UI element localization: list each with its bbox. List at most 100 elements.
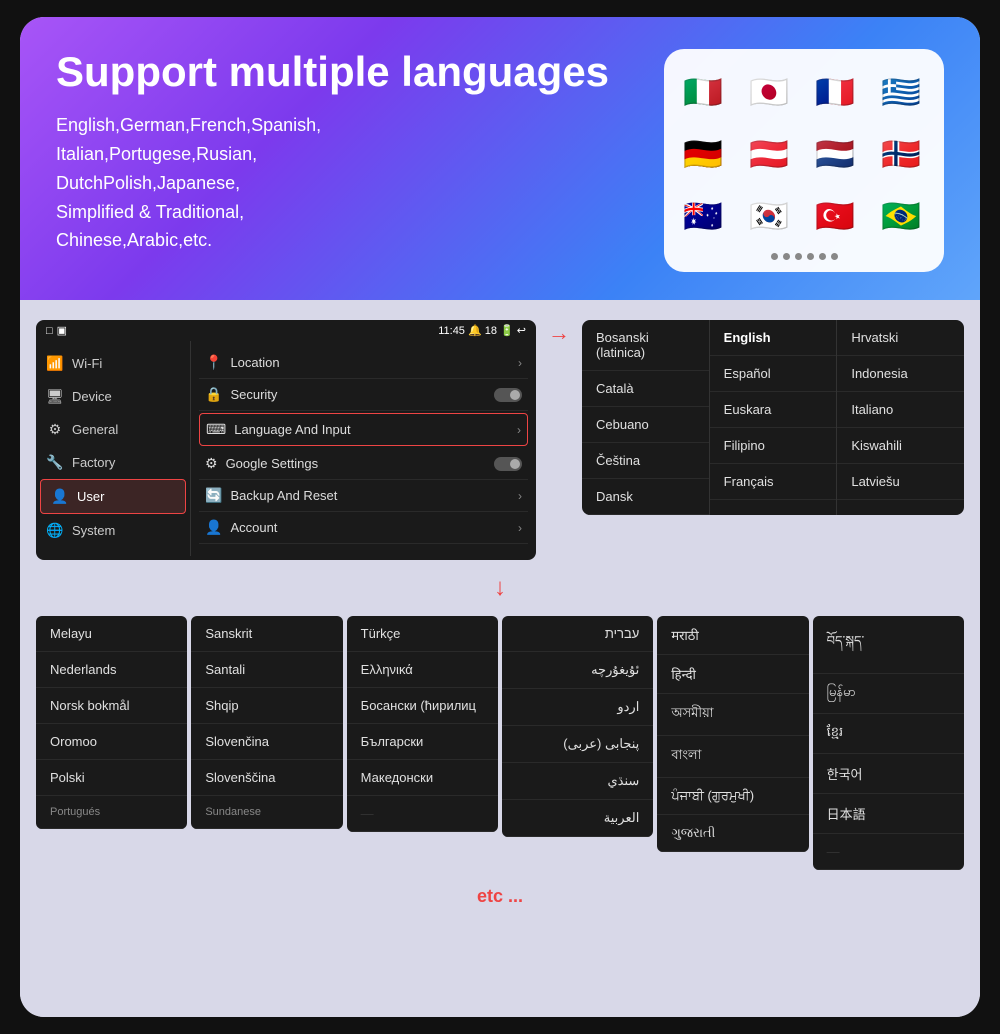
language-chevron: › [517, 423, 521, 437]
general-icon: ⚙ [46, 421, 64, 438]
flag-greece: 🇬🇷 [874, 65, 928, 119]
sidebar-label-device: Device [72, 389, 112, 404]
sidebar-item-factory[interactable]: 🔧 Factory [36, 446, 190, 479]
lang-myanmar[interactable]: မြန်မာ [813, 674, 964, 714]
settings-google-left: ⚙ Google Settings [205, 455, 318, 472]
lang-portugues[interactable]: Portugués [36, 796, 187, 829]
lang-bosanski[interactable]: Bosanski (latinica) [582, 320, 709, 371]
dots-row [676, 253, 932, 260]
lang-gujarati[interactable]: ગુજરાતી [657, 815, 808, 852]
lang-bengali[interactable]: বাংলা [657, 736, 808, 778]
settings-language-input[interactable]: ⌨ Language And Input › [199, 413, 528, 446]
lang-dansk[interactable]: Dansk [582, 479, 709, 515]
lang-col-3: Hrvatski Indonesia Italiano Kiswahili La… [837, 320, 964, 515]
sidebar-item-wifi[interactable]: 📶 Wi-Fi [36, 347, 190, 380]
lang-filipino[interactable]: Filipino [710, 428, 837, 464]
sidebar-item-device[interactable]: 🖥 Device [36, 380, 190, 413]
security-toggle[interactable] [494, 388, 522, 402]
lang-nederlands[interactable]: Nederlands [36, 652, 187, 688]
settings-google[interactable]: ⚙ Google Settings [199, 448, 528, 480]
lang-euskara[interactable]: Euskara [710, 392, 837, 428]
lang-slovencina[interactable]: Slovenčina [191, 724, 342, 760]
backup-icon: 🔄 [205, 487, 222, 504]
lang-khmer[interactable]: ខ្មែរ [813, 714, 964, 754]
lang-english[interactable]: English [710, 320, 837, 356]
flag-korea: 🇰🇷 [742, 189, 796, 243]
lang-hebrew[interactable]: עברית [502, 616, 653, 652]
settings-location-label: Location [230, 355, 279, 370]
lang-norsk[interactable]: Norsk bokmål [36, 688, 187, 724]
language-icon: ⌨ [206, 421, 226, 438]
lang-hindi[interactable]: हिन्दी [657, 655, 808, 694]
lang-hrvatski[interactable]: Hrvatski [837, 320, 964, 356]
lang-punjabi-gurmukhi[interactable]: ਪੰਜਾਬੀ (ਗੁਰਮੁਖੀ) [657, 778, 808, 815]
sidebar-item-system[interactable]: 🌐 System [36, 514, 190, 547]
device-icon: 🖥 [46, 388, 64, 405]
bottom-lang-col-1: Melayu Nederlands Norsk bokmål Oromoo Po… [36, 616, 187, 829]
lang-oromoo[interactable]: Oromoo [36, 724, 187, 760]
lang-cestina[interactable]: Čeština [582, 443, 709, 479]
factory-icon: 🔧 [46, 454, 64, 471]
flag-italy: 🇮🇹 [676, 65, 730, 119]
flag-germany: 🇩🇪 [676, 127, 730, 181]
lang-makedonski[interactable]: Македонски [347, 760, 498, 796]
google-toggle[interactable] [494, 457, 522, 471]
lang-assamese[interactable]: অসমীয়া [657, 694, 808, 736]
lang-espanol[interactable]: Español [710, 356, 837, 392]
lang-turkce[interactable]: Türkçe [347, 616, 498, 652]
lang-tibetan[interactable]: བོད་སྐད་ [813, 616, 964, 674]
lang-santali[interactable]: Santali [191, 652, 342, 688]
flag-turkey: 🇹🇷 [808, 189, 862, 243]
settings-security[interactable]: 🔒 Security [199, 379, 528, 411]
sidebar-label-system: System [72, 523, 115, 538]
lang-francais[interactable]: Français [710, 464, 837, 500]
settings-account[interactable]: 👤 Account › [199, 512, 528, 544]
top-title: Support multiple languages [56, 49, 640, 95]
lang-indonesia[interactable]: Indonesia [837, 356, 964, 392]
lang-kiswahili[interactable]: Kiswahili [837, 428, 964, 464]
lang-korean[interactable]: 한국어 [813, 754, 964, 794]
settings-account-left: 👤 Account [205, 519, 277, 536]
settings-backup[interactable]: 🔄 Backup And Reset › [199, 480, 528, 512]
down-arrow-icon: ↓ [494, 574, 506, 602]
dot-6 [831, 253, 838, 260]
notification-icon: ▣ [57, 324, 67, 337]
lang-shqip[interactable]: Shqip [191, 688, 342, 724]
lang-greek[interactable]: Ελληνικά [347, 652, 498, 688]
lang-urdu[interactable]: اردو [502, 689, 653, 726]
lang-catala[interactable]: Català [582, 371, 709, 407]
sidebar-item-general[interactable]: ⚙ General [36, 413, 190, 446]
lang-cebuano[interactable]: Cebuano [582, 407, 709, 443]
settings-google-label: Google Settings [226, 456, 319, 471]
lang-slovenscina[interactable]: Slovenščina [191, 760, 342, 796]
lang-sindhi[interactable]: سنڌي [502, 763, 653, 800]
android-row: □ ▣ 11:45 🔔 18 🔋 ↩ 📶 Wi-Fi 🖥 [36, 320, 964, 560]
lang-col-1: Bosanski (latinica) Català Cebuano Češti… [582, 320, 710, 515]
lang-sanskrit[interactable]: Sanskrit [191, 616, 342, 652]
lang-melayu[interactable]: Melayu [36, 616, 187, 652]
lang-bosanski-cyr[interactable]: Босански (ћирилиц [347, 688, 498, 724]
sidebar-menu: 📶 Wi-Fi 🖥 Device ⚙ General 🔧 [36, 341, 191, 556]
down-arrow-row: ↓ [36, 572, 964, 604]
lang-punjabi-arabic[interactable]: پنجابی (عربی) [502, 726, 653, 763]
lang-marathi[interactable]: मराठी [657, 616, 808, 655]
top-left: Support multiple languages English,Germa… [56, 49, 640, 255]
lang-italiano[interactable]: Italiano [837, 392, 964, 428]
top-section: Support multiple languages English,Germa… [20, 17, 980, 300]
status-center: 11:45 🔔 18 🔋 ↩ [438, 324, 526, 337]
lang-uyghur[interactable]: ئۇيغۇرچە [502, 652, 653, 689]
lang-bulgarski[interactable]: Български [347, 724, 498, 760]
settings-security-left: 🔒 Security [205, 386, 277, 403]
settings-location[interactable]: 📍 Location › [199, 347, 528, 379]
flag-australia: 🇦🇺 [676, 189, 730, 243]
lang-latviesu[interactable]: Latviešu [837, 464, 964, 500]
lang-polski[interactable]: Polski [36, 760, 187, 796]
lang-arabic[interactable]: العربية [502, 800, 653, 837]
lang-japanese[interactable]: 日本語 [813, 794, 964, 834]
lang-sundanese[interactable]: Sundanese [191, 796, 342, 829]
sidebar-item-user[interactable]: 👤 User [40, 479, 186, 514]
backup-chevron: › [518, 489, 522, 503]
google-icon: ⚙ [205, 455, 218, 472]
bottom-lang-col-6: བོད་སྐད་ မြန်မာ ខ្មែរ 한국어 日本語 — [813, 616, 964, 870]
battery-icon: □ [46, 325, 53, 337]
